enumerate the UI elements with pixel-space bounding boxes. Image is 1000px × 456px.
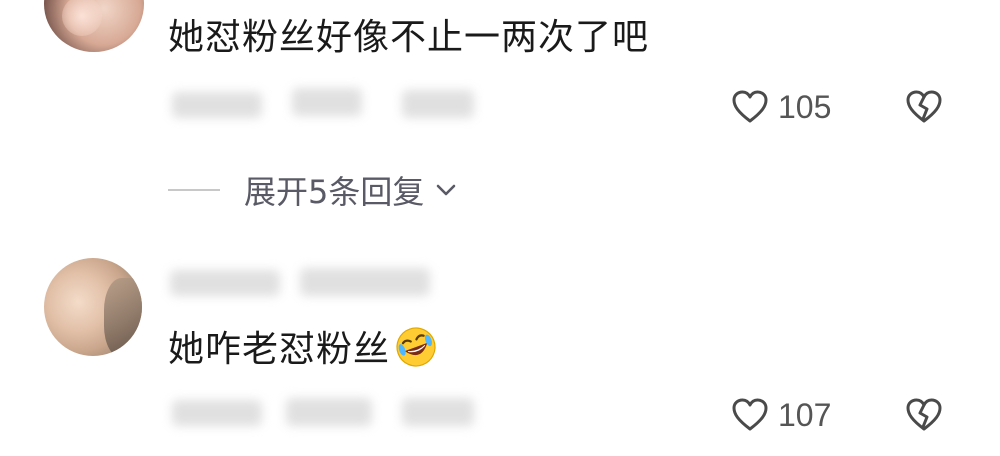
heart-outline-icon: [732, 398, 768, 431]
comment-text-content: 她咋老怼粉丝: [168, 329, 391, 370]
expand-replies-button[interactable]: 展开5条回复: [244, 167, 460, 213]
comment-text: 她咋老怼粉丝: [168, 325, 438, 372]
blurred-reply[interactable]: [402, 90, 474, 118]
comment-item: 她咋老怼粉丝 107: [0, 240, 1000, 456]
comment-text: 她怼粉丝好像不止一两次了吧: [168, 16, 649, 60]
blurred-meta: [172, 400, 262, 426]
avatar[interactable]: [44, 258, 142, 356]
expand-replies-label: 展开5条回复: [244, 173, 425, 211]
avatar-image: [62, 0, 102, 36]
blurred-reply[interactable]: [402, 398, 474, 426]
blurred-username: [170, 270, 280, 296]
rolling-on-floor-laughing-emoji: [396, 327, 436, 367]
blurred-username: [300, 268, 430, 296]
avatar[interactable]: [44, 0, 144, 52]
expand-replies-row: 展开5条回复: [168, 168, 460, 212]
chevron-down-icon: [437, 184, 456, 196]
comment-text-content: 她怼粉丝好像不止一两次了吧: [168, 17, 650, 58]
divider: [168, 189, 220, 191]
like-button[interactable]: 105: [730, 85, 831, 129]
like-button[interactable]: 107: [730, 393, 831, 437]
like-count: 105: [778, 88, 832, 125]
broken-heart-icon: [906, 90, 942, 123]
dislike-button[interactable]: [904, 87, 944, 127]
dislike-button[interactable]: [904, 395, 944, 435]
blurred-meta: [292, 88, 362, 116]
broken-heart-icon: [906, 398, 942, 431]
blurred-meta: [286, 398, 372, 426]
blurred-meta: [172, 92, 262, 118]
comment-item: 她怼粉丝好像不止一两次了吧 105 展开5条回复: [0, 0, 1000, 240]
avatar-image: [104, 278, 142, 356]
heart-outline-icon: [732, 90, 768, 123]
like-count: 107: [778, 396, 832, 433]
